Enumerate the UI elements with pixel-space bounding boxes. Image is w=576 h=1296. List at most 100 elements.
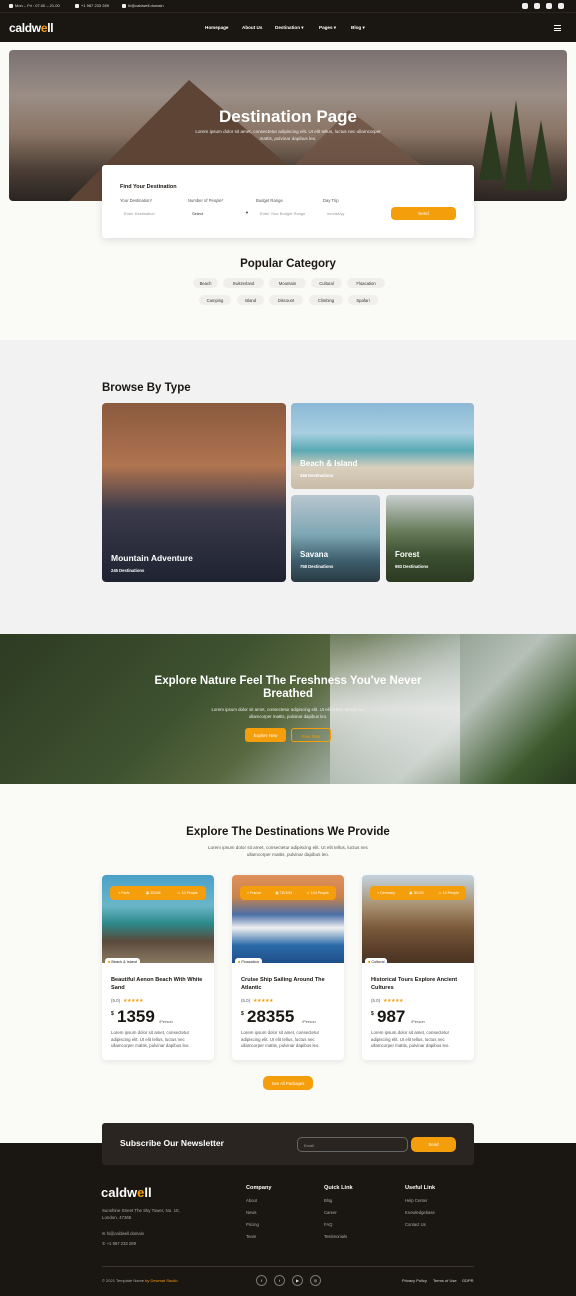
footer-link-career[interactable]: Career — [324, 1210, 337, 1215]
category-chip-mountain[interactable]: Mountain — [269, 278, 306, 288]
phone-info[interactable]: +1 987 233 289 — [75, 3, 109, 8]
budget-input[interactable]: Enter Your Budget Range — [256, 207, 318, 219]
footer-link-contact-us[interactable]: Contact Us — [405, 1222, 426, 1227]
category-chip-beach[interactable]: Beach — [193, 278, 218, 288]
footer-phone[interactable]: ✆ +1 987 233 289 — [102, 1241, 136, 1246]
instagram-icon[interactable] — [546, 3, 552, 9]
category-chip-island[interactable]: Island — [237, 295, 264, 305]
logo-text: caldw — [9, 21, 41, 35]
explore-now-button[interactable]: Explore Now — [245, 728, 286, 742]
footer-link-about[interactable]: About — [246, 1198, 257, 1203]
nav-destination[interactable]: Destination ▾ — [275, 25, 304, 31]
package-price: 28355 — [247, 1007, 295, 1026]
star-icon: ★★★★★ — [383, 998, 403, 1004]
logo[interactable]: caldwell — [9, 21, 54, 35]
nav-homepage[interactable]: Homepage — [205, 25, 229, 30]
category-chip-floacation[interactable]: Floacation — [347, 278, 385, 288]
package-card[interactable]: ⌖ Germany ▣ 3D/2N ☺ 15 People ■ Cultural… — [362, 875, 474, 1060]
footer-link-help-center[interactable]: Help Center — [405, 1198, 427, 1203]
daytrip-label: Day Trip — [323, 198, 339, 203]
type-card-mountain[interactable]: Mountain Adventure 245 Destinations — [102, 403, 286, 582]
facebook-icon[interactable]: f — [256, 1275, 267, 1286]
calendar-icon-label: ▣ 3D/2N — [145, 891, 161, 895]
destinations-title: Explore The Destinations We Provide — [186, 826, 390, 838]
people-select[interactable]: Select ▼ — [188, 207, 252, 219]
nav-blog[interactable]: Blog ▾ — [351, 25, 365, 31]
package-days: 3D/2N — [413, 891, 424, 895]
linkedin-icon[interactable] — [534, 3, 540, 9]
package-price: 987 — [377, 1007, 406, 1026]
credit-link[interactable]: by Dewmat Studio — [145, 1278, 177, 1283]
newsletter-email-input[interactable]: Email — [297, 1137, 408, 1152]
twitter-icon[interactable]: t — [274, 1275, 285, 1286]
type-card-forest[interactable]: Forest 983 Destinations — [386, 495, 474, 582]
tag-icon: ■ — [108, 960, 111, 964]
footer-col-title: Quick Link — [324, 1185, 353, 1191]
location-icon-label: ⌖ Germany — [377, 891, 395, 895]
nav-about-us[interactable]: About Us — [242, 25, 262, 30]
package-per: /Person — [411, 1019, 425, 1024]
type-card-name: Savana — [300, 550, 329, 559]
instagram-icon[interactable]: ◎ — [310, 1275, 321, 1286]
category-chip-cultural[interactable]: Cultural — [311, 278, 342, 288]
type-card-name: Mountain Adventure — [111, 553, 193, 563]
footer-logo-text: caldw — [101, 1185, 138, 1200]
footer-col-title: Useful Link — [405, 1185, 436, 1191]
package-title[interactable]: Historical Tours Explore Ancient Culture… — [371, 976, 467, 992]
privacy-policy-link[interactable]: Privacy Policy — [402, 1278, 427, 1283]
category-chip-switzerland[interactable]: Switzerland — [223, 278, 264, 288]
footer-link-testimonials[interactable]: Testimonials — [324, 1234, 347, 1239]
footer-logo-tail: ll — [144, 1185, 152, 1200]
email-info[interactable]: hi@caldwell.domain — [122, 3, 164, 8]
footer-link-knowledgebase[interactable]: Knowledgebase — [405, 1210, 435, 1215]
tag-icon: ■ — [238, 960, 241, 964]
type-card-beach-island[interactable]: Beach & Island 466 Destinations — [291, 403, 474, 489]
footer-address: Sunshine Street The Sky Tower, No. 10, L… — [102, 1208, 180, 1220]
free-now-button[interactable]: Free Now — [291, 728, 331, 742]
category-chip-discount[interactable]: Discount — [269, 295, 303, 305]
footer-col-title: Company — [246, 1185, 272, 1191]
package-card[interactable]: ⌖ France ▣ 7D/10N ☺ 104 People ■ Floacat… — [232, 875, 344, 1060]
nav-pages[interactable]: Pages ▾ — [319, 25, 336, 31]
category-chip-spafari[interactable]: Spafari — [348, 295, 378, 305]
footer-link-team[interactable]: Team — [246, 1234, 256, 1239]
youtube-icon[interactable]: ▶ — [292, 1275, 303, 1286]
footer-phone-text[interactable]: +1 987 233 289 — [107, 1241, 136, 1246]
email-text[interactable]: hi@caldwell.domain — [128, 3, 164, 8]
footer-link-pricing[interactable]: Pricing — [246, 1222, 259, 1227]
package-tag: ■ Floacation — [235, 958, 262, 967]
nature-description: Lorem ipsum dolor sit amet, consectetur … — [211, 707, 365, 719]
footer-link-blog[interactable]: Blog — [324, 1198, 332, 1203]
footer-email-text[interactable]: hi@caldwell.domain — [107, 1231, 144, 1236]
package-tag: ■ Beach & Island — [105, 958, 140, 967]
see-all-packages-button[interactable]: See All Packages — [263, 1076, 313, 1090]
package-meta-bar: ⌖ France ▣ 7D/10N ☺ 104 People — [240, 886, 336, 900]
copyright-text: © 2021 Template Name — [102, 1278, 145, 1283]
footer-email[interactable]: ✉ hi@caldwell.domain — [102, 1231, 144, 1236]
youtube-icon[interactable] — [558, 3, 564, 9]
facebook-icon[interactable] — [522, 3, 528, 9]
package-currency: $ — [111, 1011, 114, 1017]
hamburger-icon[interactable] — [554, 25, 561, 31]
phone-icon: ✆ — [102, 1241, 106, 1246]
footer-link-faq[interactable]: FAQ — [324, 1222, 332, 1227]
newsletter-title: Subscribe Our Newsletter — [120, 1138, 224, 1148]
category-chip-camping[interactable]: Camping — [199, 295, 231, 305]
terms-link[interactable]: Terms of Use — [433, 1278, 457, 1283]
gdpr-link[interactable]: GDPR — [462, 1278, 474, 1283]
destination-input[interactable]: Enter Destination — [120, 207, 180, 219]
package-card[interactable]: ⌖ Paris ▣ 3D/2N ☺ 10 People ■ Beach & Is… — [102, 875, 214, 1060]
phone-text[interactable]: +1 987 233 289 — [81, 3, 109, 8]
type-card-savana[interactable]: Savana 758 Destinations — [291, 495, 380, 582]
package-people: 10 People — [181, 891, 198, 895]
search-send-button[interactable]: Send — [391, 207, 456, 220]
package-title[interactable]: Beautiful Aenon Beach With White Sand — [111, 976, 207, 992]
popular-category-title: Popular Category — [240, 258, 336, 270]
date-input[interactable]: mm/dd/yy — [323, 207, 383, 219]
footer-logo[interactable]: caldwell — [101, 1185, 152, 1200]
newsletter-send-button[interactable]: Send — [411, 1137, 456, 1152]
package-title[interactable]: Cruise Ship Sailing Around The Atlantic — [241, 976, 337, 992]
chevron-down-icon: ▼ — [245, 210, 249, 215]
category-chip-climbing[interactable]: Climbing — [309, 295, 343, 305]
footer-link-news[interactable]: News — [246, 1210, 256, 1215]
